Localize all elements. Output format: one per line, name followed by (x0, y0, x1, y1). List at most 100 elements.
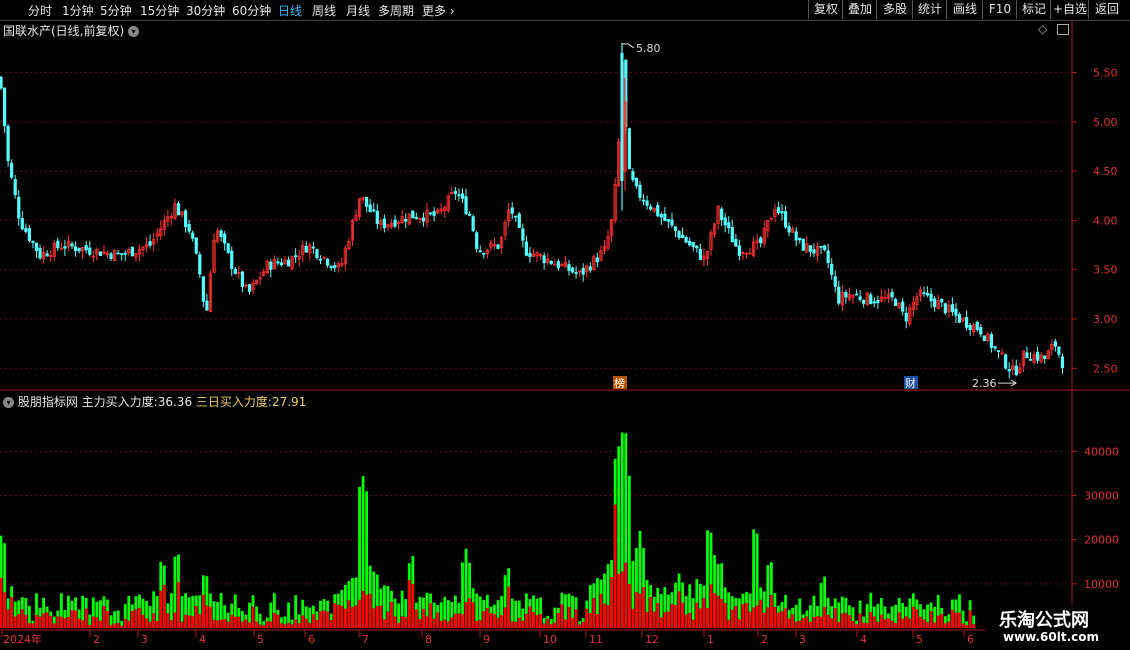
indicator-bar-red (209, 606, 212, 628)
indicator-bar-red (461, 614, 464, 628)
price-tick-label: 3.00 (1093, 313, 1118, 326)
candle-body (27, 228, 32, 241)
indicator-bar-red (695, 602, 699, 628)
indicator-bar-red (361, 590, 365, 628)
indicator-bar-red (702, 597, 706, 628)
indicator-bar-red (443, 619, 447, 628)
indicator-bar-red (848, 615, 851, 628)
candle-body (677, 230, 681, 238)
candle-body (247, 284, 252, 292)
indicator-bar-red (936, 615, 940, 628)
x-axis-label: 2 (93, 633, 100, 646)
panel-toggle-icon[interactable] (1057, 24, 1069, 35)
indicator-bar-red (287, 622, 290, 628)
indicator-bar-red (3, 592, 6, 628)
candle-body (641, 199, 646, 202)
indicator-bar-red (837, 622, 841, 628)
candle-body (649, 206, 653, 210)
indicator-bar-red (262, 625, 266, 628)
indicator-bar-red (326, 611, 329, 628)
indicator-bar-red (727, 619, 731, 628)
candle-body (205, 300, 209, 311)
indicator-bar-red (922, 619, 926, 628)
indicator-bar-red (610, 577, 613, 628)
indicator-bar-red (63, 618, 67, 628)
candle-body (524, 241, 529, 256)
indicator-bar-red (525, 613, 528, 628)
indicator-bar-red (617, 573, 621, 628)
indicator-bar-red (649, 597, 653, 628)
indicator-bar-red (312, 614, 315, 628)
indicator-bar-red (173, 612, 177, 628)
x-axis-label: 3 (141, 633, 148, 646)
indicator-bar-red (88, 624, 92, 628)
indicator-bar-red (911, 606, 915, 628)
candle-body (542, 255, 546, 264)
indicator-bar-red (581, 621, 585, 628)
candle-body (191, 232, 195, 239)
candle-body (365, 196, 369, 207)
indicator-bar-red (869, 611, 873, 628)
indicator-bar-red (180, 621, 184, 628)
indicator-bar-red (49, 616, 53, 628)
candle-body (922, 292, 926, 295)
candle-body (219, 230, 223, 238)
candle-body (940, 298, 944, 303)
indicator-bar-red (730, 609, 734, 628)
indicator-bar-red (720, 599, 724, 628)
candle-body (517, 213, 521, 228)
indicator-bar-red (340, 605, 344, 628)
indicator-bar-red (635, 591, 638, 628)
candle-body (638, 184, 642, 198)
candle-body (808, 245, 813, 252)
candle-body (673, 226, 678, 231)
indicator-bar-red (745, 602, 748, 628)
indicator-bar-red (457, 613, 461, 628)
candle-body (645, 200, 649, 206)
candle-body (372, 209, 376, 212)
candle-body (570, 267, 575, 273)
indicator-bar-red (255, 621, 258, 628)
indicator-bar-red (670, 604, 674, 628)
indicator-bar-red (152, 613, 156, 628)
chevron-down-icon[interactable]: ▾ (3, 397, 14, 408)
candle-body (109, 253, 113, 259)
indicator-bar-red (851, 620, 855, 628)
candle-body (375, 210, 379, 225)
x-axis-label: 7 (362, 633, 369, 646)
indicator-bar-red (560, 604, 564, 628)
indicator-bar-red (251, 606, 255, 628)
indicator-bar-red (784, 608, 787, 628)
candle-body (837, 286, 841, 304)
candle-body (737, 245, 742, 256)
indicator-bar-red (659, 617, 663, 628)
candle-body (304, 245, 308, 253)
indicator-bar-red (965, 625, 968, 628)
indicator-bar-red (170, 620, 173, 628)
stock-title[interactable]: 国联水产(日线,前复权) ▾ (3, 22, 140, 39)
indicator-bar-red (603, 603, 606, 628)
diamond-icon[interactable]: ◇ (1038, 22, 1047, 36)
indicator-bar-red (517, 617, 521, 628)
candle-body (478, 250, 482, 253)
indicator-bar-red (507, 586, 511, 628)
indicator-bar-red (688, 612, 692, 628)
indicator-bar-red (588, 613, 592, 628)
indicator-bar-red (404, 616, 408, 628)
candle-body (957, 314, 962, 323)
candle-body (77, 247, 81, 252)
indicator-bar-red (70, 610, 74, 628)
candle-body (88, 247, 92, 255)
chevron-down-icon[interactable]: ▾ (128, 26, 140, 37)
indicator-bar-red (52, 623, 56, 628)
candle-body (460, 193, 465, 199)
candle-body (996, 350, 1001, 353)
candle-body (730, 227, 734, 243)
candle-body (521, 228, 525, 241)
candle-body (120, 253, 124, 256)
indicator-bar-red (95, 617, 99, 628)
high-annotation-line (622, 43, 635, 49)
indicator-bar-red (475, 620, 479, 628)
indicator-bar-red (961, 623, 965, 628)
candle-body (201, 276, 205, 302)
